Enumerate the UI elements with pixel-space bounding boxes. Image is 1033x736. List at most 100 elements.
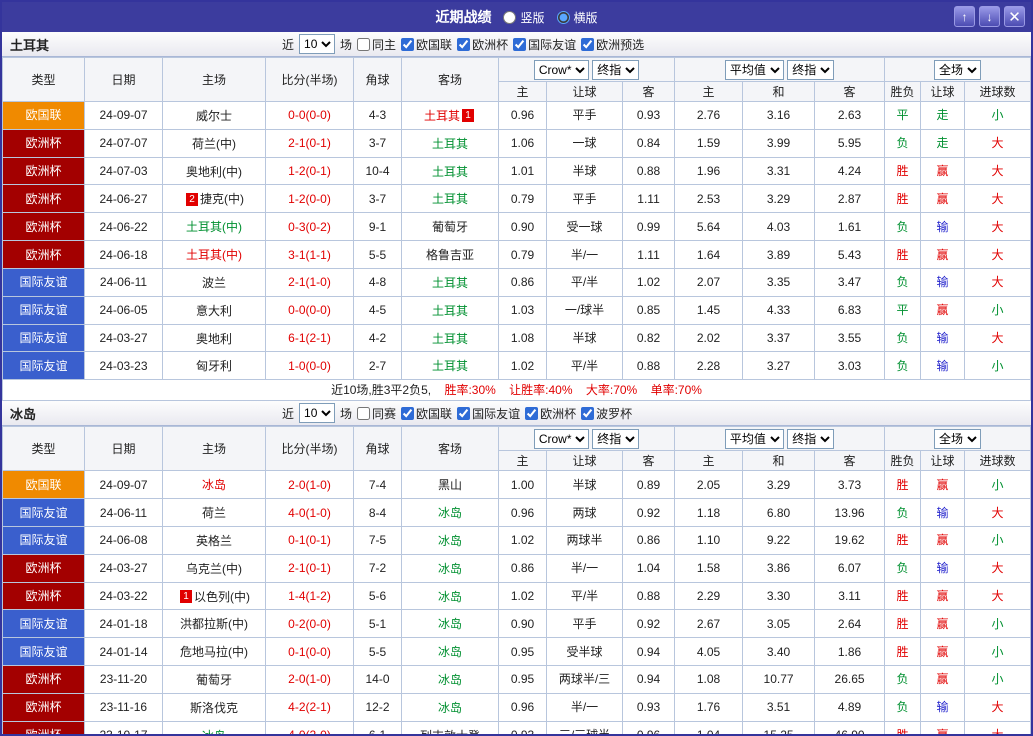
same-competition-checkbox[interactable]	[357, 407, 370, 420]
result-goals: 大	[965, 721, 1031, 736]
match-row: 欧洲杯24-06-18土耳其(中)3-1(1-1)5-5格鲁吉亚0.79半/一1…	[3, 241, 1031, 269]
same-venue-checkbox[interactable]	[357, 38, 370, 51]
league-checkbox[interactable]	[525, 407, 538, 420]
match-date: 24-03-27	[85, 554, 163, 582]
league-filter-国际友谊[interactable]: 国际友谊	[457, 405, 520, 422]
avg-away: 3.47	[815, 268, 885, 296]
average-final-select[interactable]: 终指	[787, 429, 834, 449]
league-checkbox[interactable]	[513, 38, 526, 51]
result-handicap: 输	[921, 324, 965, 352]
odds-final-select[interactable]: 终指	[592, 429, 639, 449]
avg-home: 2.05	[675, 471, 743, 499]
home-team: 危地马拉(中)	[163, 638, 266, 666]
league-filter-欧洲杯[interactable]: 欧洲杯	[525, 405, 576, 422]
league-checkbox[interactable]	[581, 407, 594, 420]
away-team-label: 冰岛	[438, 506, 462, 520]
result-handicap: 输	[921, 554, 965, 582]
vertical-radio-input[interactable]	[503, 11, 516, 24]
competition-type: 国际友谊	[3, 610, 85, 638]
layout-horizontal-radio[interactable]: 横版	[557, 9, 598, 26]
close-button[interactable]: ✕	[1004, 6, 1025, 27]
result-outcome: 负	[885, 666, 921, 694]
league-filter-欧洲杯[interactable]: 欧洲杯	[457, 36, 508, 53]
result-handicap: 赢	[921, 526, 965, 554]
average-group-header: 平均值 终指	[675, 58, 885, 82]
average-final-select[interactable]: 终指	[787, 60, 834, 80]
league-label: 波罗杯	[596, 405, 632, 422]
competition-type: 国际友谊	[3, 296, 85, 324]
league-checkbox[interactable]	[581, 38, 594, 51]
match-row: 国际友谊24-06-11波兰2-1(1-0)4-8土耳其0.86平/半1.022…	[3, 268, 1031, 296]
col-date: 日期	[85, 427, 163, 471]
subcol-goals: 进球数	[965, 451, 1031, 471]
layout-vertical-radio[interactable]: 竖版	[503, 9, 544, 26]
league-checkbox[interactable]	[457, 38, 470, 51]
league-filter-波罗杯[interactable]: 波罗杯	[581, 405, 632, 422]
average-select[interactable]: 平均值	[725, 429, 784, 449]
away-team-label: 冰岛	[438, 534, 462, 548]
filter-bar: 近 10 场 同主 欧国联欧洲杯国际友谊欧洲预选	[282, 34, 644, 54]
league-filter-欧国联[interactable]: 欧国联	[401, 405, 452, 422]
average-select[interactable]: 平均值	[725, 60, 784, 80]
competition-type: 欧洲杯	[3, 666, 85, 694]
result-goals: 小	[965, 526, 1031, 554]
avg-away: 6.07	[815, 554, 885, 582]
col-type: 类型	[3, 58, 85, 102]
avg-away: 4.89	[815, 693, 885, 721]
score-cell: 4-0(2-0)	[266, 721, 354, 736]
match-row: 欧国联24-09-07威尔士0-0(0-0)4-3土耳其10.96平手0.932…	[3, 102, 1031, 130]
league-label: 欧国联	[416, 36, 452, 53]
score-cell: 2-0(1-0)	[266, 471, 354, 499]
odds-home: 1.02	[499, 352, 547, 380]
result-goals: 小	[965, 352, 1031, 380]
league-checkbox[interactable]	[401, 38, 414, 51]
league-checkbox[interactable]	[457, 407, 470, 420]
avg-home: 2.53	[675, 185, 743, 213]
league-filter-国际友谊[interactable]: 国际友谊	[513, 36, 576, 53]
corner-cell: 5-5	[354, 241, 402, 269]
score-cell: 6-1(2-1)	[266, 324, 354, 352]
recent-count-select[interactable]: 10	[299, 34, 335, 54]
move-down-button[interactable]: ↓	[979, 6, 1000, 27]
match-row: 欧洲杯23-11-16斯洛伐克4-2(2-1)12-2冰岛0.96半/一0.93…	[3, 693, 1031, 721]
fulltime-select[interactable]: 全场	[934, 60, 981, 80]
result-outcome: 负	[885, 693, 921, 721]
match-row: 欧洲杯24-06-22土耳其(中)0-3(0-2)9-1葡萄牙0.90受一球0.…	[3, 213, 1031, 241]
result-outcome: 平	[885, 296, 921, 324]
avg-home: 1.45	[675, 296, 743, 324]
odds-home: 0.90	[499, 610, 547, 638]
away-team: 葡萄牙	[402, 213, 499, 241]
odds-final-select[interactable]: 终指	[592, 60, 639, 80]
odds-away: 0.99	[623, 213, 675, 241]
avg-home: 1.59	[675, 129, 743, 157]
move-up-button[interactable]: ↑	[954, 6, 975, 27]
odds-handicap: 两球半/三	[547, 666, 623, 694]
odds-away: 0.96	[623, 721, 675, 736]
horizontal-radio-input[interactable]	[557, 11, 570, 24]
away-team: 黑山	[402, 471, 499, 499]
away-team: 土耳其	[402, 185, 499, 213]
odds-home: 0.95	[499, 638, 547, 666]
bookmaker-select[interactable]: Crow*	[534, 60, 589, 80]
bookmaker-select[interactable]: Crow*	[534, 429, 589, 449]
league-filter-欧洲预选[interactable]: 欧洲预选	[581, 36, 644, 53]
competition-type: 欧国联	[3, 471, 85, 499]
subcol-avg-away: 客	[815, 451, 885, 471]
odds-home: 1.06	[499, 129, 547, 157]
fulltime-select[interactable]: 全场	[934, 429, 981, 449]
odds-away: 0.85	[623, 296, 675, 324]
match-row: 国际友谊24-01-18洪都拉斯(中)0-2(0-0)5-1冰岛0.90平手0.…	[3, 610, 1031, 638]
same-competition-filter[interactable]: 同赛	[357, 405, 396, 422]
league-filter-欧国联[interactable]: 欧国联	[401, 36, 452, 53]
score-cell: 2-1(1-0)	[266, 268, 354, 296]
result-handicap: 赢	[921, 638, 965, 666]
same-venue-filter[interactable]: 同主	[357, 36, 396, 53]
summary-row: 近10场,胜3平2负5, 胜率:30% 让胜率:40% 大率:70% 单率:70…	[3, 380, 1031, 401]
league-checkbox[interactable]	[401, 407, 414, 420]
odds-away: 0.86	[623, 526, 675, 554]
match-row: 欧国联24-09-07冰岛2-0(1-0)7-4黑山1.00半球0.892.05…	[3, 471, 1031, 499]
result-outcome: 平	[885, 102, 921, 130]
recent-count-select[interactable]: 10	[299, 403, 335, 423]
odds-home: 1.01	[499, 157, 547, 185]
match-date: 24-01-14	[85, 638, 163, 666]
